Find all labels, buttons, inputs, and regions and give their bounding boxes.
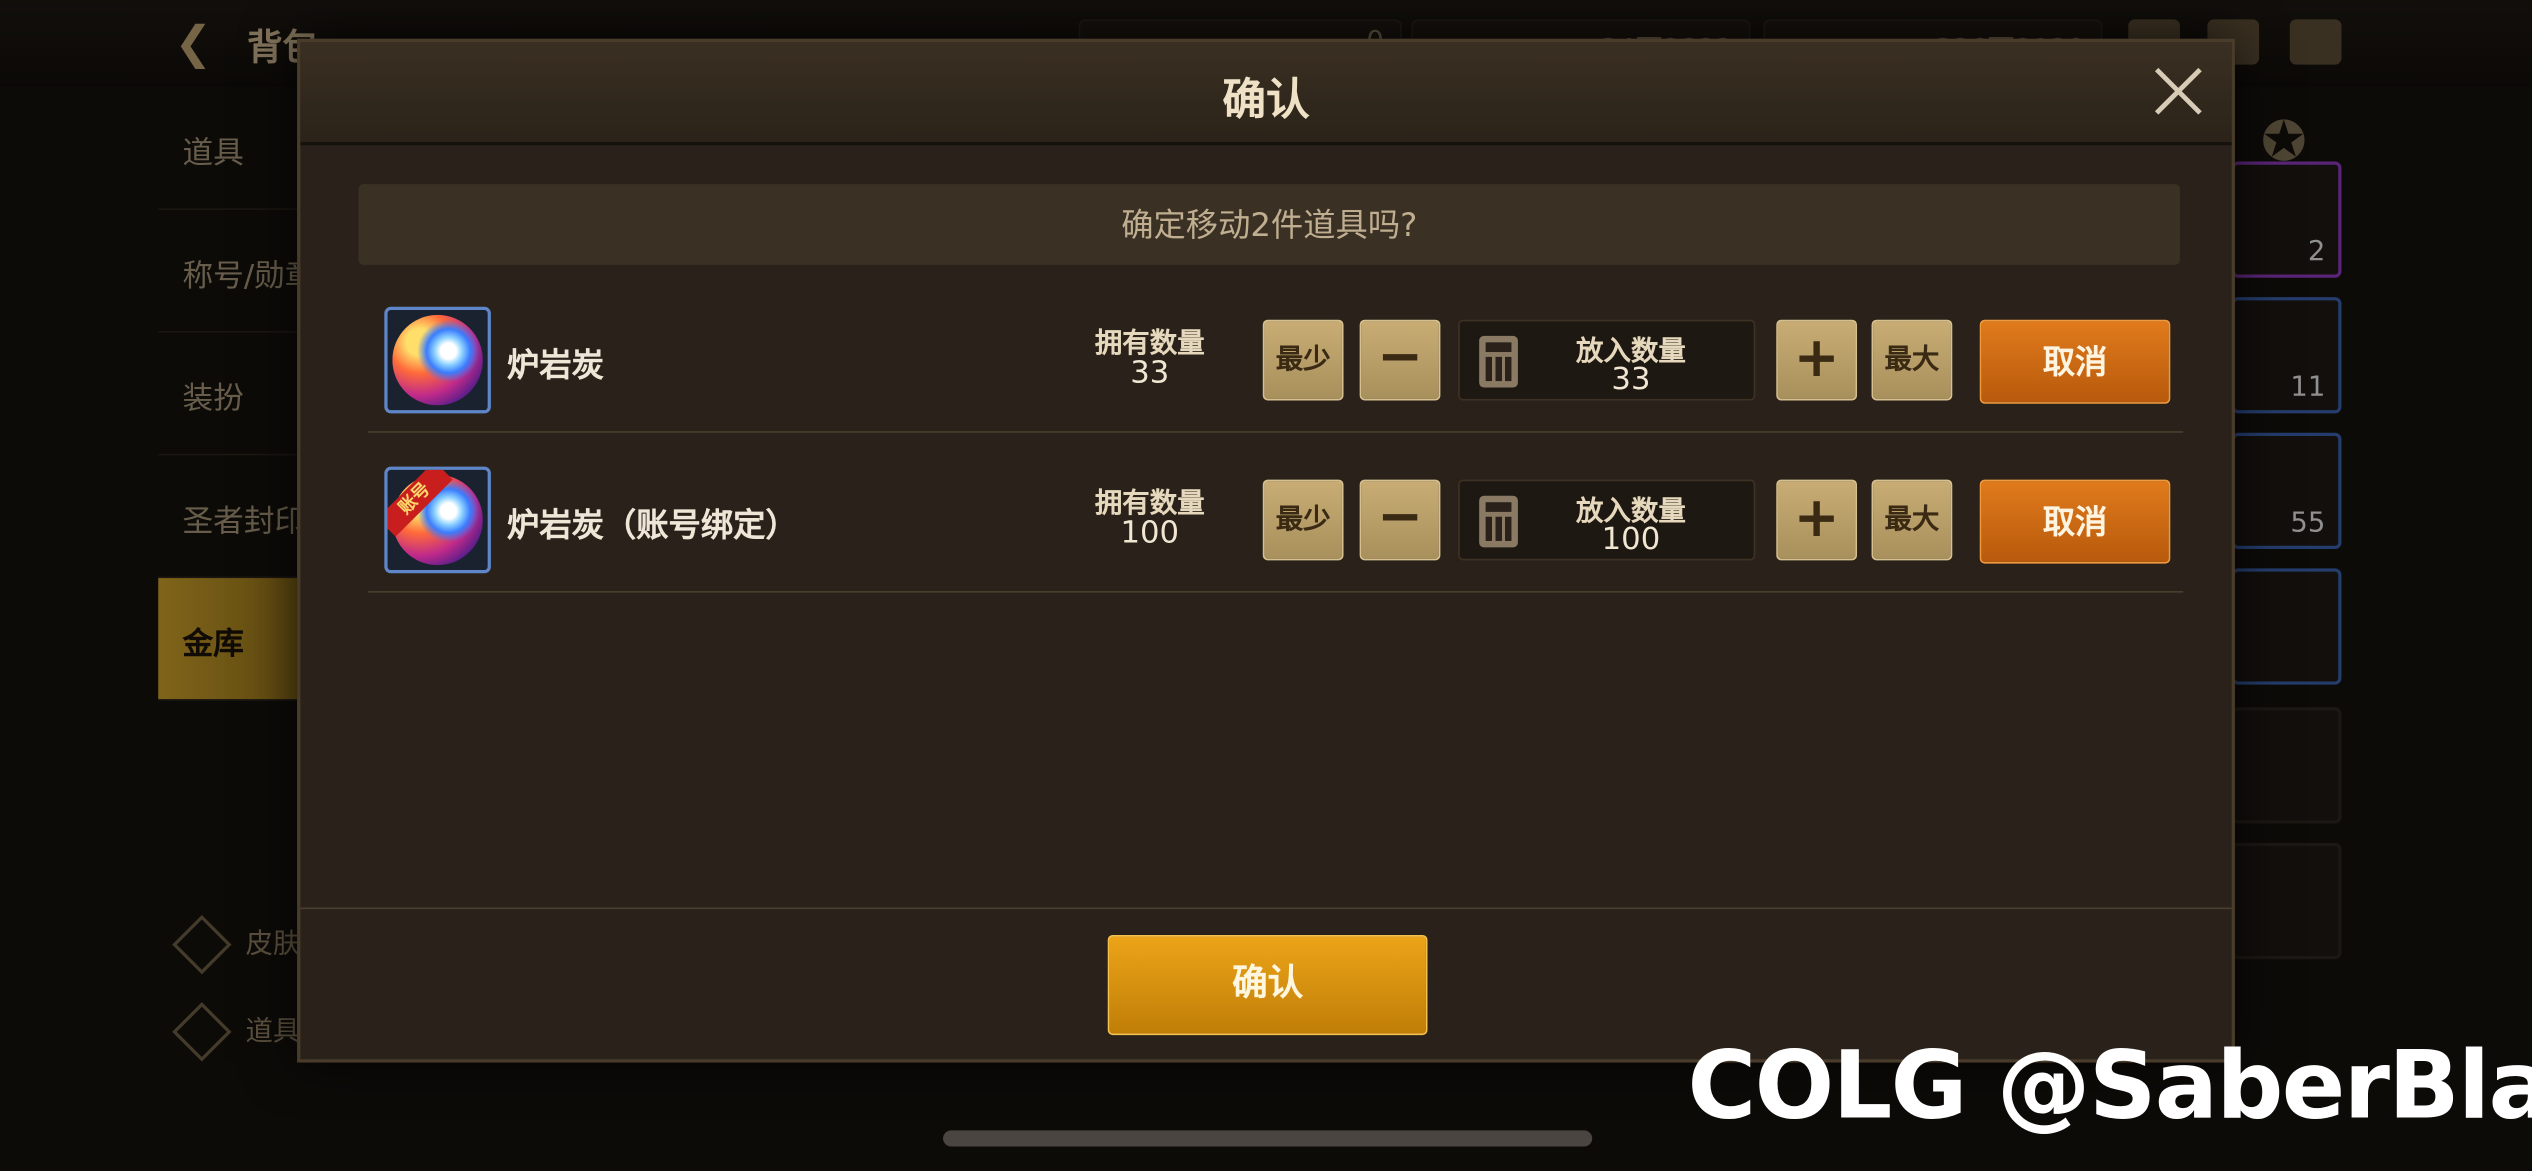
dialog-header: 确认 <box>300 41 2232 146</box>
list-item: 账号 炉岩炭（账号绑定） 拥有数量 100 最少 − 放入数量 100 + 最大… <box>368 434 2184 593</box>
confirm-question: 确定移动2件道具吗? <box>358 184 2180 265</box>
item-name: 炉岩炭（账号绑定） <box>507 505 798 545</box>
dialog-title: 确认 <box>1222 75 1310 126</box>
watermark: COLG @SaberBlack <box>1687 1030 2532 1141</box>
quantity-value: 100 <box>1601 521 1661 558</box>
game-screen: ❮ 背包 0 34万2822 336万2120 道具 称号/勋章 装扮 圣者封印… <box>0 0 2532 1171</box>
quantity-field[interactable]: 放入数量 33 <box>1458 319 1756 401</box>
calculator-icon[interactable] <box>1479 495 1518 548</box>
cancel-button[interactable]: 取消 <box>1979 319 2171 404</box>
owned-label: 拥有数量 <box>1094 327 1205 361</box>
home-indicator[interactable] <box>943 1130 1593 1147</box>
lava-coal-icon <box>384 306 491 414</box>
quantity-field[interactable]: 放入数量 100 <box>1458 479 1756 561</box>
owned-value: 100 <box>1120 515 1180 551</box>
max-button[interactable]: 最大 <box>1871 319 1953 401</box>
list-item: 炉岩炭 拥有数量 33 最少 − 放入数量 33 + 最大 取消 <box>368 275 2184 433</box>
item-name: 炉岩炭 <box>507 345 604 385</box>
min-button[interactable]: 最少 <box>1262 319 1344 401</box>
decrement-button[interactable]: − <box>1359 319 1441 401</box>
confirm-button[interactable]: 确认 <box>1107 934 1428 1036</box>
max-button[interactable]: 最大 <box>1871 479 1953 561</box>
owned-value: 33 <box>1130 355 1170 391</box>
cancel-button[interactable]: 取消 <box>1979 479 2171 564</box>
increment-button[interactable]: + <box>1776 319 1858 401</box>
quantity-value: 33 <box>1611 361 1651 398</box>
calculator-icon[interactable] <box>1479 335 1518 388</box>
divider <box>300 907 2232 910</box>
lava-coal-bound-icon: 账号 <box>384 466 491 574</box>
decrement-button[interactable]: − <box>1359 479 1441 561</box>
increment-button[interactable]: + <box>1776 479 1858 561</box>
owned-label: 拥有数量 <box>1094 487 1205 520</box>
close-icon[interactable] <box>2154 68 2202 116</box>
confirm-dialog: 确认 确定移动2件道具吗? 炉岩炭 拥有数量 33 最少 − 放入数量 33 +… <box>297 38 2235 1063</box>
min-button[interactable]: 最少 <box>1262 479 1344 561</box>
